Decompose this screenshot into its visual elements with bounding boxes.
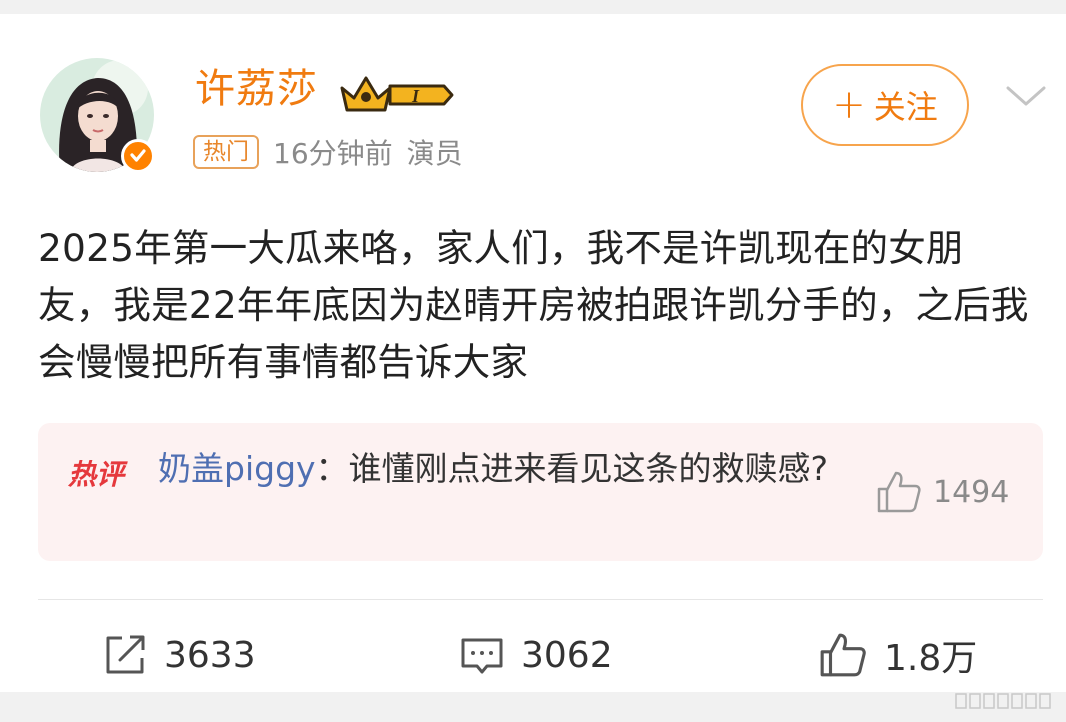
hot-comment-logo-icon: 热评 (66, 453, 134, 497)
hot-comment-user[interactable]: 奶盖piggy (158, 449, 316, 488)
member-crown-badge-icon[interactable]: I (340, 72, 456, 122)
hot-comment-body: 谁懂刚点进来看见这条的救赎感? (348, 449, 829, 488)
watermark-logo (950, 684, 1060, 718)
username[interactable]: 许荔莎 (195, 66, 318, 112)
follow-button[interactable]: + 关注 (801, 64, 969, 146)
verified-badge-icon (121, 139, 155, 173)
badge-level-text: I (411, 86, 420, 106)
user-role: 演员 (406, 137, 463, 170)
chevron-down-icon[interactable] (1004, 82, 1048, 114)
post-content: 2025年第一大瓜来咯，家人们，我不是许凯现在的女朋友，我是22年年底因为赵晴开… (38, 226, 1029, 384)
divider (38, 599, 1043, 600)
thumbs-up-icon (877, 471, 921, 513)
thumbs-up-icon (820, 633, 866, 677)
post-time: 16分钟前 (273, 137, 393, 170)
hot-comment-like-button[interactable]: 1494 (875, 469, 1009, 515)
comment-count: 3062 (521, 634, 613, 676)
hot-comment-logo-text: 热评 (67, 458, 128, 491)
weibo-post-card: 许荔莎 I 热门 16分钟前 演员 + 关注 2025年第一大瓜来咯，家人们，我… (0, 14, 1066, 692)
hot-comment-text: 奶盖piggy：谁懂刚点进来看见这条的救赎感? (158, 445, 848, 493)
repost-count: 3633 (164, 634, 256, 676)
hot-comment-separator: ： (315, 449, 349, 488)
like-button[interactable]: 1.8万 (818, 629, 977, 681)
hot-comment[interactable]: 热评 奶盖piggy：谁懂刚点进来看见这条的救赎感? 1494 (38, 423, 1043, 561)
comment-icon (461, 638, 503, 674)
repost-button[interactable]: 3633 (102, 629, 256, 681)
repost-icon (106, 635, 145, 674)
post-meta: 热门 16分钟前 演员 (193, 132, 463, 172)
comment-button[interactable]: 3062 (459, 629, 613, 681)
like-count: 1.8万 (884, 638, 978, 679)
plus-icon: + (832, 82, 866, 128)
hot-comment-like-count: 1494 (933, 474, 1010, 510)
hot-tag: 热门 (193, 135, 259, 169)
follow-label: 关注 (873, 88, 938, 126)
